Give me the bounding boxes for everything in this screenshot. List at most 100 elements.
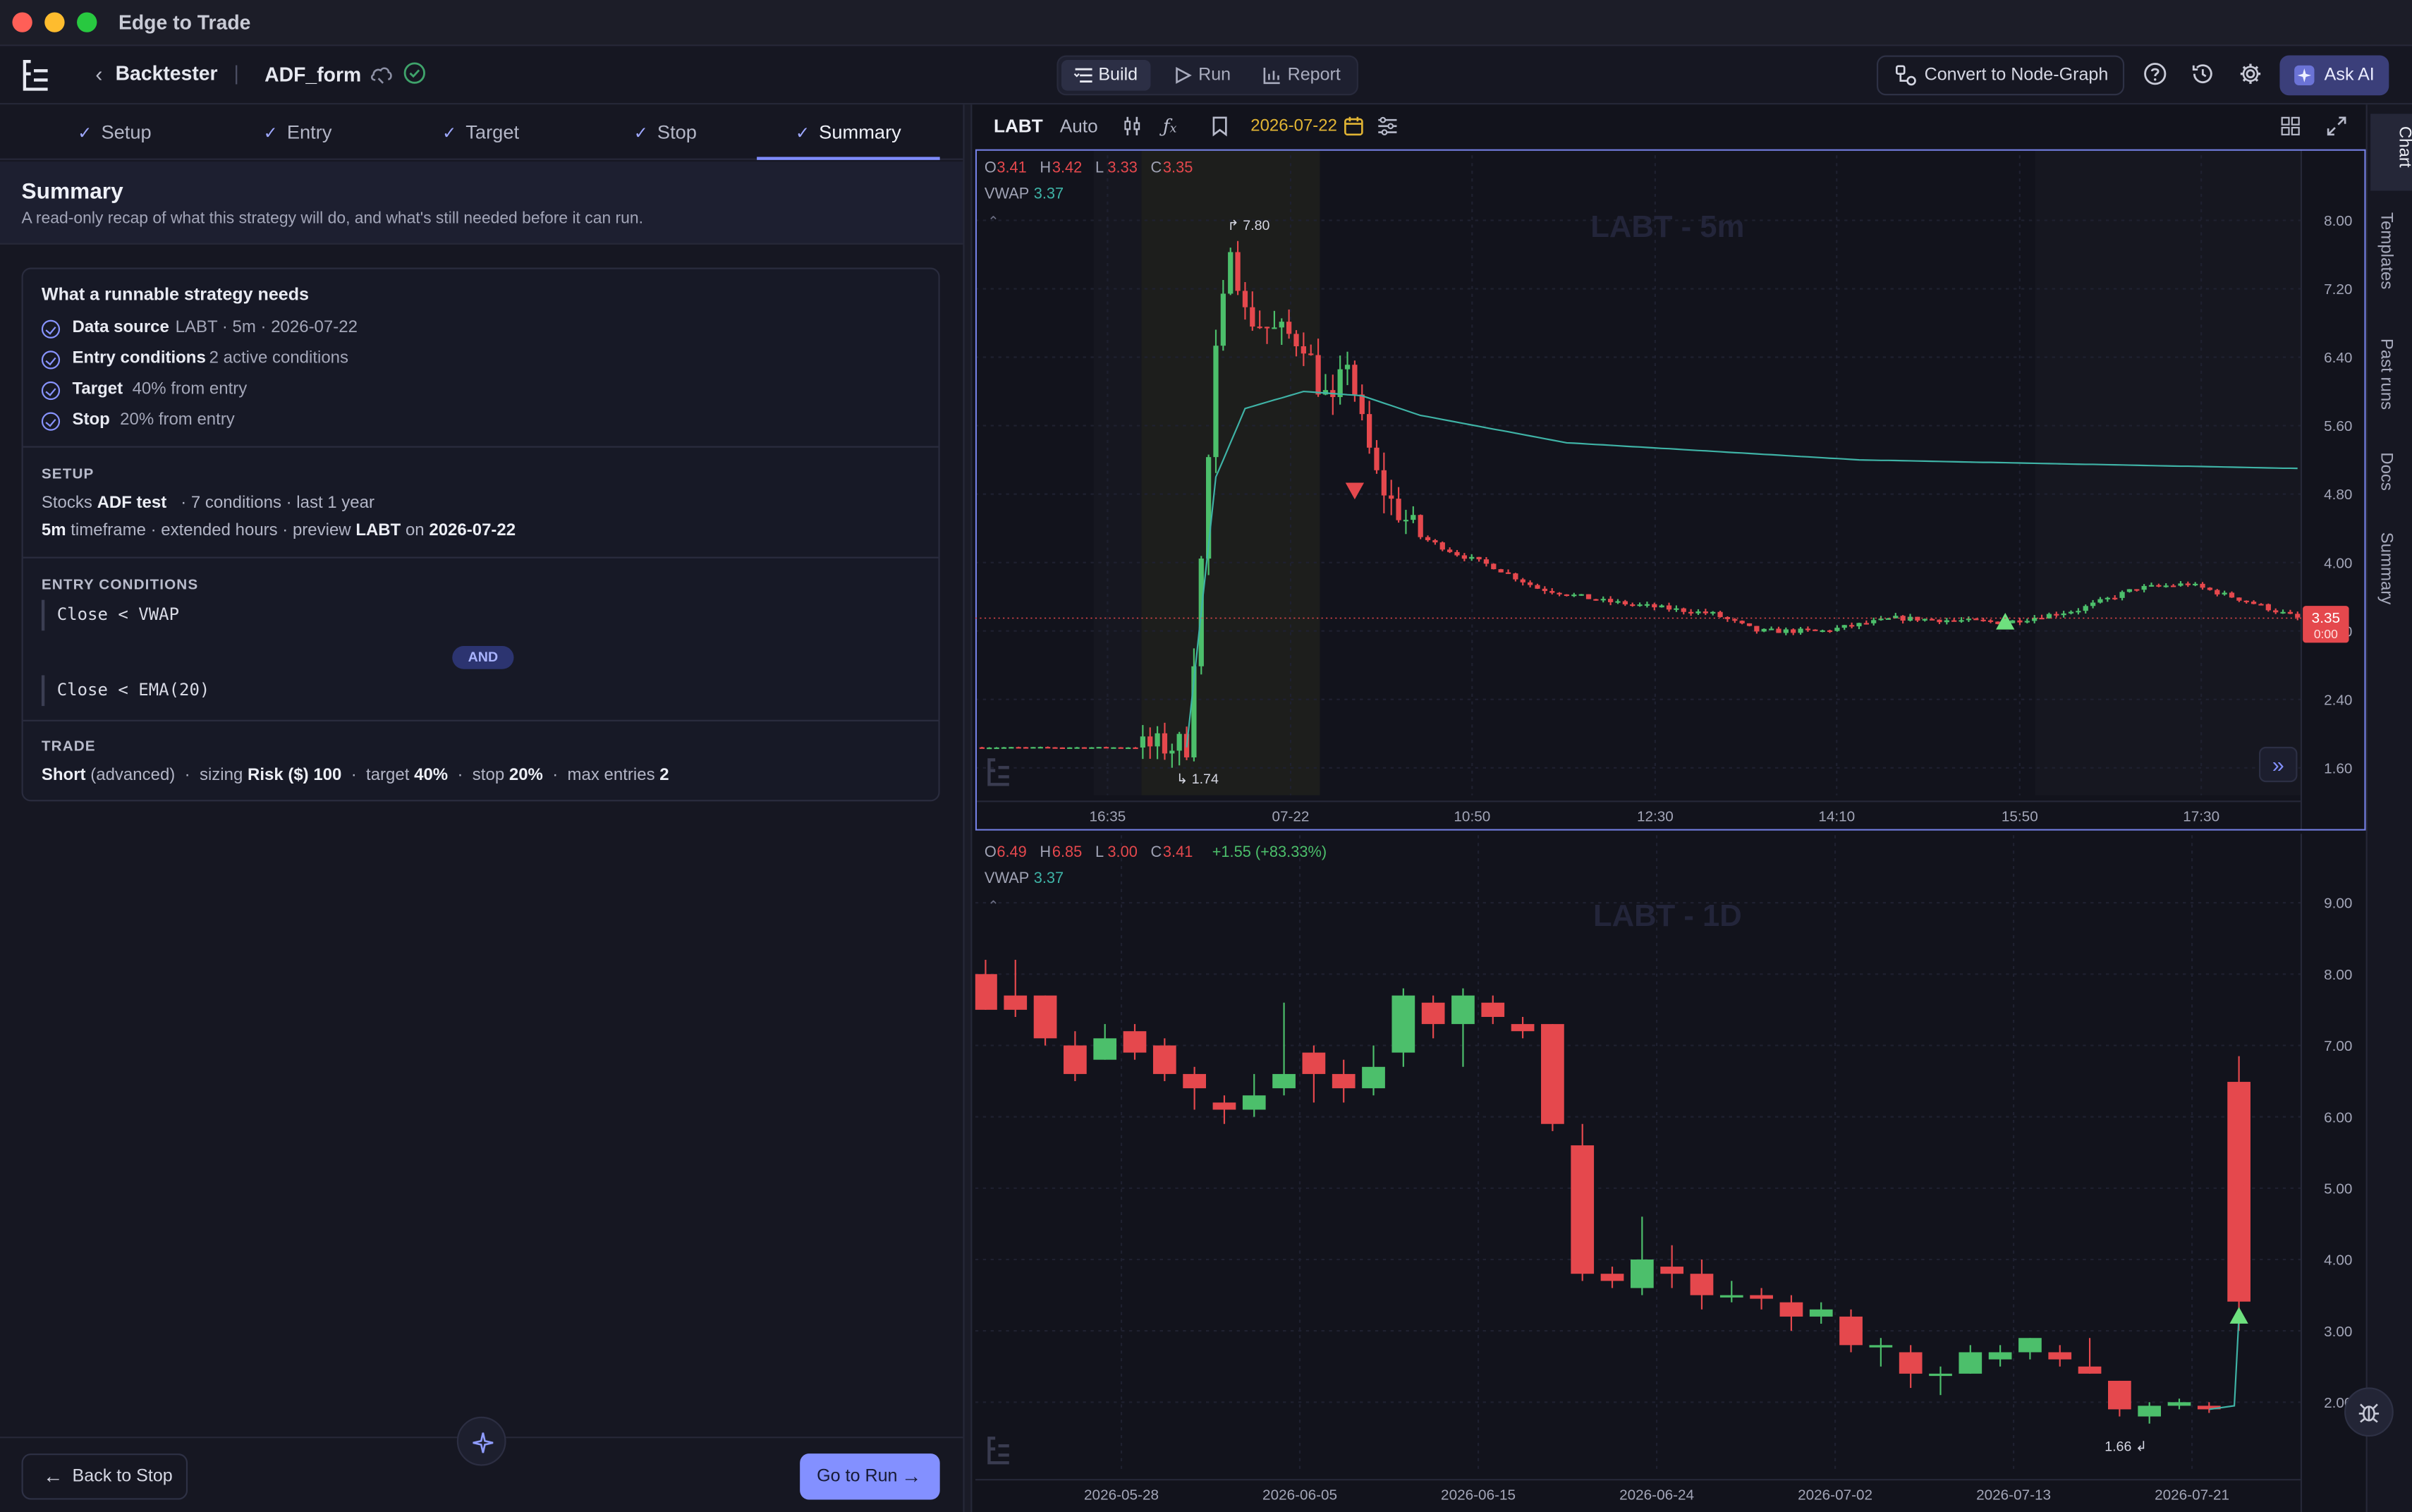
help-icon[interactable] <box>2143 61 2167 86</box>
ai-assist-button[interactable] <box>456 1416 506 1466</box>
candle-body <box>1615 601 1621 603</box>
candle-body <box>1469 556 1475 559</box>
session-shade <box>1093 149 1142 795</box>
ask-ai-button[interactable]: Ask AI <box>2279 55 2389 96</box>
candle-body <box>1242 1095 1266 1110</box>
rail-tab-docs[interactable]: Docs <box>2377 452 2395 491</box>
minimize-window-button[interactable] <box>44 12 65 32</box>
candle-body <box>1809 1309 1833 1317</box>
chart-date-picker[interactable]: 2026-07-22 <box>1250 117 1337 135</box>
candle-body <box>2017 620 2023 623</box>
setup-timeframe: 5m <box>41 521 66 540</box>
ohlc-key: O <box>985 158 997 176</box>
tab-target[interactable]: ✓ Target <box>389 104 573 160</box>
trade-details: Short (advanced) · sizing Risk ($) 100 ·… <box>41 766 669 785</box>
check-icon: ✓ <box>78 124 92 143</box>
layout-grid-icon[interactable] <box>2279 116 2301 138</box>
candle-body <box>1454 551 1460 556</box>
setup-line-1: Stocks ADF test · 7 conditions · last 1 … <box>42 494 374 512</box>
chevron-left-icon[interactable]: ‹ <box>95 61 102 86</box>
tab-entry[interactable]: ✓ Entry <box>206 104 389 160</box>
arrow-left-icon: ← <box>43 1464 63 1488</box>
ohlc-key: C <box>1150 843 1162 860</box>
candle-body <box>1987 620 1994 622</box>
report-mode-button[interactable]: Report <box>1250 60 1352 91</box>
candle-body <box>1391 995 1415 1053</box>
y-tick-label: 2.40 <box>2324 692 2352 708</box>
candle-body <box>1674 608 1679 610</box>
symbol-selector[interactable]: LABT <box>994 116 1043 138</box>
strategy-name[interactable]: ADF_form <box>264 63 361 86</box>
convert-to-node-graph-button[interactable]: Convert to Node-Graph <box>1876 55 2125 96</box>
y-tick-label: 7.20 <box>2324 281 2352 298</box>
tab-stop[interactable]: ✓ Stop <box>574 104 757 160</box>
debug-button[interactable] <box>2344 1387 2394 1437</box>
daily-candlestick-chart[interactable]: 9.008.007.006.005.004.003.002.002026-05-… <box>975 834 2366 1512</box>
candle-body <box>1425 537 1431 540</box>
setup-preview-symbol: LABT <box>355 521 401 540</box>
indicators-fx-icon[interactable]: ƒx <box>1163 116 1185 138</box>
tab-setup[interactable]: ✓ Setup <box>23 104 207 160</box>
back-to-stop-button[interactable]: ← Back to Stop <box>21 1453 188 1500</box>
chart-settings-icon[interactable] <box>1377 116 1399 138</box>
intraday-candlestick-chart[interactable]: 8.007.206.405.604.804.003.202.401.6016:3… <box>975 149 2366 831</box>
maximize-window-button[interactable] <box>77 12 97 32</box>
candles-type-icon[interactable] <box>1121 116 1143 138</box>
candle-body <box>1074 747 1080 749</box>
panel-resize-handle[interactable] <box>963 104 973 1512</box>
trade-stop-value: 20% <box>508 766 543 785</box>
run-mode-button[interactable]: Run <box>1162 60 1245 91</box>
y-tick-label: 7.00 <box>2324 1038 2352 1054</box>
history-icon[interactable] <box>2191 61 2215 86</box>
build-mode-button[interactable]: Build <box>1061 60 1151 91</box>
candle-body <box>1827 630 1833 633</box>
page-title: Summary <box>21 180 123 205</box>
entry-condition-2: Close < EMA(20) <box>41 675 272 707</box>
requirement-label: Target <box>72 379 123 398</box>
calendar-icon[interactable] <box>1343 116 1365 138</box>
candle-body <box>1045 747 1051 749</box>
y-tick-label: 6.00 <box>2324 1109 2352 1126</box>
x-tick-label: 16:35 <box>1089 809 1126 825</box>
settings-gear-icon[interactable] <box>2239 61 2263 86</box>
candle-body <box>1710 611 1716 614</box>
candle-body <box>1776 628 1781 633</box>
close-window-button[interactable] <box>12 12 32 32</box>
rail-tab-summary[interactable]: Summary <box>2377 532 2395 605</box>
candle-body <box>1381 470 1387 496</box>
tab-summary[interactable]: ✓ Summary <box>757 104 940 160</box>
intraday-chart-panel[interactable]: 8.007.206.405.604.804.003.202.401.6016:3… <box>975 149 2366 831</box>
scale-selector[interactable]: Auto <box>1060 116 1098 138</box>
candle-body <box>1447 549 1453 552</box>
candle-body <box>2126 589 2133 592</box>
check-circle-icon <box>41 381 61 401</box>
candle-body <box>1768 628 1774 630</box>
x-tick-label: 10:50 <box>1454 809 1490 825</box>
candle-body <box>2105 597 2110 599</box>
bookmark-icon[interactable] <box>1209 116 1231 138</box>
rail-tab-past-runs[interactable]: Past runs <box>2377 339 2395 410</box>
candle-body <box>1315 355 1321 395</box>
candle-body <box>1732 618 1738 621</box>
candle-body <box>1023 747 1029 749</box>
app-logo-icon[interactable] <box>18 57 52 94</box>
candle-body <box>2236 597 2242 601</box>
rail-tab-chart[interactable]: Chart <box>2370 114 2412 191</box>
setup-universe-details: · 7 conditions · last 1 year <box>181 494 374 513</box>
y-tick-label: 4.00 <box>2324 555 2352 571</box>
candle-body <box>1739 621 1745 623</box>
go-to-run-button[interactable]: Go to Run → <box>800 1453 940 1500</box>
check-icon: ✓ <box>442 124 457 143</box>
ohlc-key: L <box>1095 158 1104 176</box>
fullscreen-icon[interactable] <box>2326 116 2348 138</box>
y-tick-label: 8.00 <box>2324 967 2352 983</box>
candle-body <box>2024 621 2030 623</box>
candle-body <box>1542 588 1547 592</box>
rail-tab-templates[interactable]: Templates <box>2377 212 2395 289</box>
daily-chart-panel[interactable]: 9.00 8.00 7.00 6.00 5.00 4.00 3.00 2.00 2026-05-… <box>975 834 2366 1512</box>
candle-body <box>1869 1345 1893 1348</box>
candle-body <box>1418 515 1423 537</box>
breadcrumb-backtester[interactable]: Backtester <box>116 61 218 85</box>
candle-body <box>1783 629 1789 633</box>
candle-body <box>1123 1031 1147 1053</box>
